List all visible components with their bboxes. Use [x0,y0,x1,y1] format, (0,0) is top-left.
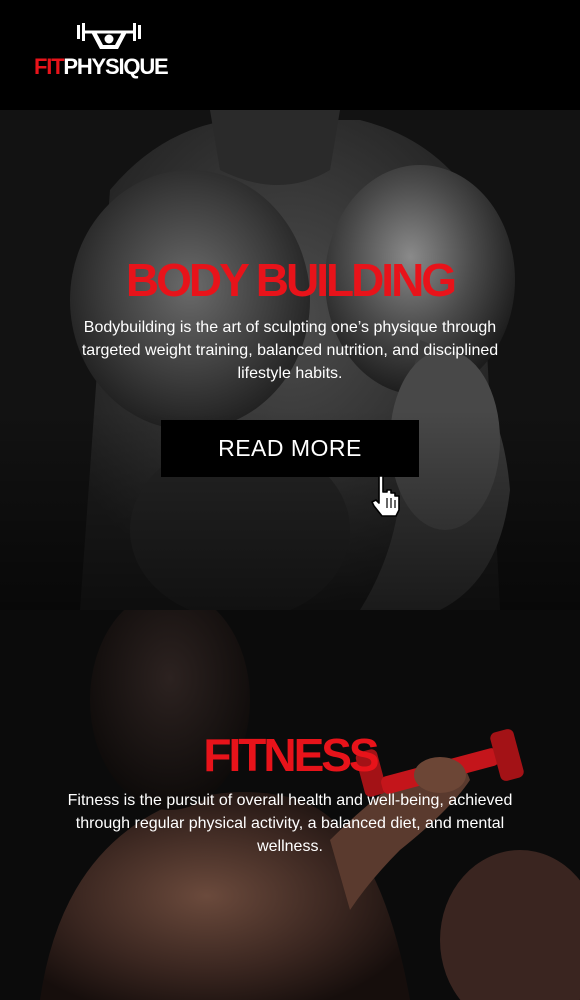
logo-wordmark: FITPHYSIQUE [34,54,169,79]
site-header: FITPHYSIQUE [0,0,580,110]
bodybuilding-title: BODY BUILDING [125,254,457,306]
logo-physique-text: PHYSIQUE [63,54,168,79]
bodybuilding-description: Bodybuilding is the art of sculpting one… [81,319,499,382]
fitness-description: Fitness is the pursuit of overall health… [67,792,513,855]
hand-pointer-icon [371,475,400,517]
fitphysique-logo[interactable]: FITPHYSIQUE [34,22,184,82]
read-more-button[interactable]: READ MORE [161,420,419,477]
fitness-hero: FITNESS Fitness is the pursuit of overal… [0,610,580,1000]
barbell-figure-icon [77,23,141,49]
bodybuilding-hero: BODY BUILDING Bodybuilding is the art of… [0,110,580,610]
logo-fit-text: FIT [34,54,65,79]
fitness-title: FITNESS [203,729,379,781]
